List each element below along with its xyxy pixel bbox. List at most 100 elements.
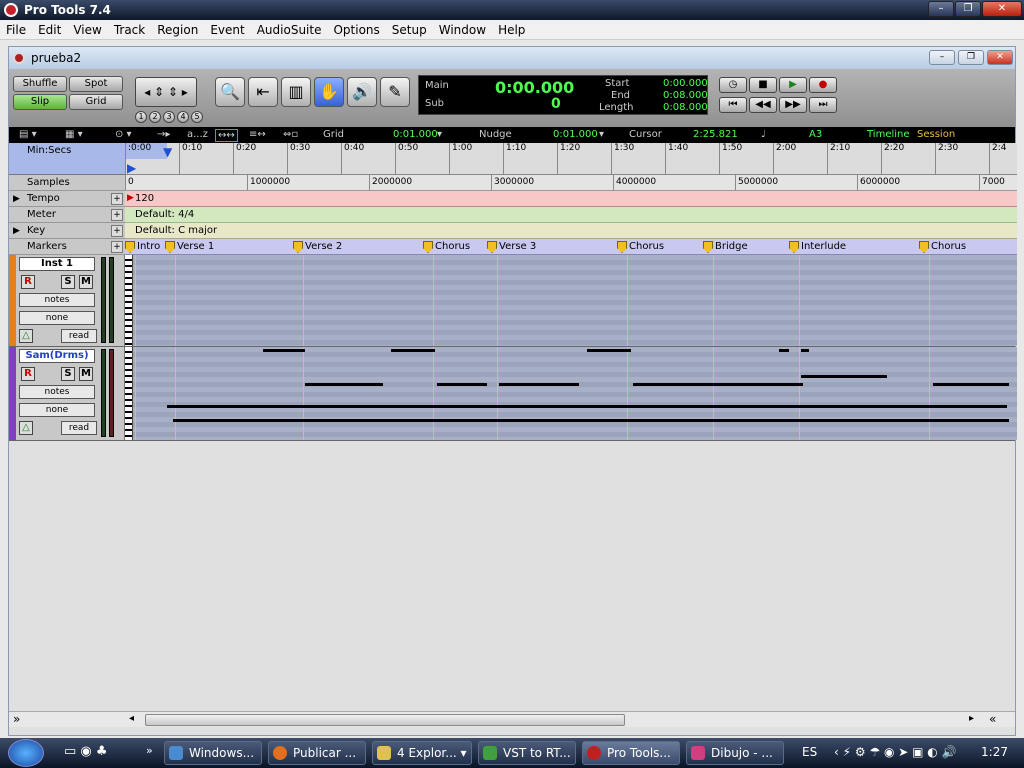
fast-forward-button[interactable]: ▶▶ [779, 97, 807, 113]
main-counter-value[interactable]: 0:00.000 [495, 78, 574, 97]
add-meter-button[interactable]: + [111, 209, 123, 221]
trim-tool-icon[interactable]: ⇤ [248, 77, 278, 107]
track-elastic-icon[interactable]: △ [19, 421, 33, 435]
taskbar-item-paint[interactable]: Dibujo - ... [686, 741, 784, 765]
marker-bridge[interactable]: Bridge [703, 240, 748, 254]
track-name[interactable]: Sam(Drms) [19, 349, 95, 363]
taskbar-item-firefox[interactable]: Publicar ... [268, 741, 366, 765]
doc-minimize-button[interactable]: – [929, 50, 955, 65]
horizontal-scrollbar[interactable]: » ◂ ▸ « [9, 711, 1015, 727]
close-button[interactable]: ✕ [982, 1, 1022, 17]
minsecs-ruler-label[interactable]: Min:Secs [9, 143, 125, 175]
go-to-end-button[interactable]: ⏭ [809, 97, 837, 113]
marker-interlude[interactable]: Interlude [789, 240, 846, 254]
minimize-button[interactable]: – [928, 1, 954, 17]
tempo-marker-icon[interactable]: ▶ [127, 193, 134, 203]
zoom-preset-3[interactable]: 3 [163, 111, 175, 123]
tray-icons[interactable]: ‹ ⚡ ⚙ ☂ ◉ ➤ ▣ ◐ 🔊 [834, 745, 957, 759]
grid-mode-button[interactable]: Grid [69, 94, 123, 110]
ruler-view-menu[interactable]: ▦ ▾ [65, 129, 83, 140]
link-selection-icon[interactable]: ↔↔ [215, 129, 238, 142]
zoom-preset-2[interactable]: 2 [149, 111, 161, 123]
link-timeline-icon[interactable]: ⊙ ▾ [115, 129, 132, 140]
marker-chorus-2[interactable]: Chorus [617, 240, 664, 254]
key-ruler[interactable]: Default: C major [125, 223, 1017, 239]
add-marker-button[interactable]: + [111, 241, 123, 253]
menu-setup[interactable]: Setup [386, 23, 433, 37]
midi-note[interactable] [801, 375, 887, 378]
return-to-zero-button[interactable]: ⏮ [719, 97, 747, 113]
markers-ruler[interactable]: Intro Verse 1 Verse 2 Chorus Verse 3 Cho… [125, 239, 1017, 255]
samples-ruler[interactable]: 0 1000000 2000000 3000000 4000000 500000… [125, 175, 1017, 191]
slip-mode-button[interactable]: Slip [13, 94, 67, 110]
insertion-follows-icon[interactable]: ≡↔ [249, 129, 266, 140]
language-indicator[interactable]: ES [802, 745, 817, 759]
solo-button[interactable]: S [61, 275, 75, 289]
nudge-dropdown-icon[interactable]: ▾ [599, 129, 604, 140]
add-key-button[interactable]: + [111, 225, 123, 237]
mini-keyboard[interactable] [125, 255, 133, 346]
collapse-icon[interactable]: « [989, 712, 996, 726]
tab-to-transient-icon[interactable]: →▸ [157, 129, 170, 140]
grid-value[interactable]: 0:01.000 [393, 129, 438, 140]
playhead-marker-icon[interactable]: ▼ [163, 145, 172, 159]
menu-audiosuite[interactable]: AudioSuite [251, 23, 328, 37]
midi-note[interactable] [437, 383, 487, 386]
doc-close-button[interactable]: ✕ [987, 50, 1013, 65]
expand-triangle-icon[interactable]: ▶ [13, 191, 20, 207]
marker-verse-2[interactable]: Verse 2 [293, 240, 342, 254]
start-button[interactable] [8, 739, 44, 767]
spot-mode-button[interactable]: Spot [69, 76, 123, 92]
zoom-buttons[interactable]: ◂ ⇕ ⇕ ▸ [135, 77, 197, 107]
track-elastic-icon[interactable]: △ [19, 329, 33, 343]
midi-note[interactable] [633, 383, 803, 386]
rewind-button[interactable]: ◀◀ [749, 97, 777, 113]
record-enable-button[interactable]: R [21, 367, 35, 381]
tempo-ruler[interactable]: ▶ 120 [125, 191, 1017, 207]
maximize-button[interactable]: ❐ [955, 1, 981, 17]
menu-file[interactable]: File [0, 23, 32, 37]
start-value[interactable]: 0:00.000 [663, 78, 708, 89]
track-input-selector[interactable]: none [19, 403, 95, 417]
scrubber-tool-icon[interactable]: 🔊 [347, 77, 377, 107]
midi-note[interactable] [587, 349, 631, 352]
mute-button[interactable]: M [79, 367, 93, 381]
selector-tool-icon[interactable]: ▥ [281, 77, 311, 107]
stop-button[interactable]: ■ [749, 77, 777, 93]
meter-ruler[interactable]: Default: 4/4 [125, 207, 1017, 223]
pencil-tool-icon[interactable]: ✎ [380, 77, 410, 107]
track-name[interactable]: Inst 1 [19, 257, 95, 271]
taskbar-item-protools[interactable]: Pro Tools... [582, 741, 680, 765]
end-value[interactable]: 0:08.000 [663, 90, 708, 101]
track-view-selector[interactable]: notes [19, 385, 95, 399]
grabber-tool-icon[interactable]: ✋ [314, 77, 344, 107]
track-playlist-lane[interactable] [133, 347, 1017, 440]
taskbar-item-vst[interactable]: VST to RT... [478, 741, 576, 765]
zoom-preset-5[interactable]: 5 [191, 111, 203, 123]
marker-chorus-3[interactable]: Chorus [919, 240, 966, 254]
shuffle-mode-button[interactable]: Shuffle [13, 76, 67, 92]
menu-region[interactable]: Region [151, 23, 204, 37]
grid-dropdown-icon[interactable]: ▾ [437, 129, 442, 140]
automation-mode-selector[interactable]: read [61, 421, 97, 435]
scroll-right-arrow-icon[interactable]: ▸ [969, 713, 974, 724]
solo-button[interactable]: S [61, 367, 75, 381]
length-value[interactable]: 0:08.000 [663, 102, 708, 113]
quicklaunch-more-icon[interactable]: » [146, 744, 153, 757]
minsecs-ruler[interactable]: :0:00 0:10 0:20 0:30 0:40 0:50 1:00 1:10… [125, 143, 1017, 175]
zoom-preset-4[interactable]: 4 [177, 111, 189, 123]
menu-help[interactable]: Help [492, 23, 531, 37]
quicklaunch-icons[interactable]: ▭ ◉ ♣ [64, 744, 108, 759]
track-playlist-lane[interactable] [133, 255, 1017, 346]
midi-note[interactable] [305, 383, 383, 386]
marker-verse-3[interactable]: Verse 3 [487, 240, 536, 254]
samples-ruler-label[interactable]: Samples [9, 175, 125, 191]
zoomer-tool-icon[interactable]: 🔍 [215, 77, 245, 107]
record-button[interactable]: ● [809, 77, 837, 93]
add-tempo-button[interactable]: + [111, 193, 123, 205]
online-button[interactable]: ◷ [719, 77, 747, 93]
scroll-left-arrow-icon[interactable]: ◂ [129, 713, 134, 724]
nudge-value[interactable]: 0:01.000 [553, 129, 598, 140]
mini-keyboard[interactable] [125, 347, 133, 440]
sort-label[interactable]: a...z [187, 129, 208, 140]
